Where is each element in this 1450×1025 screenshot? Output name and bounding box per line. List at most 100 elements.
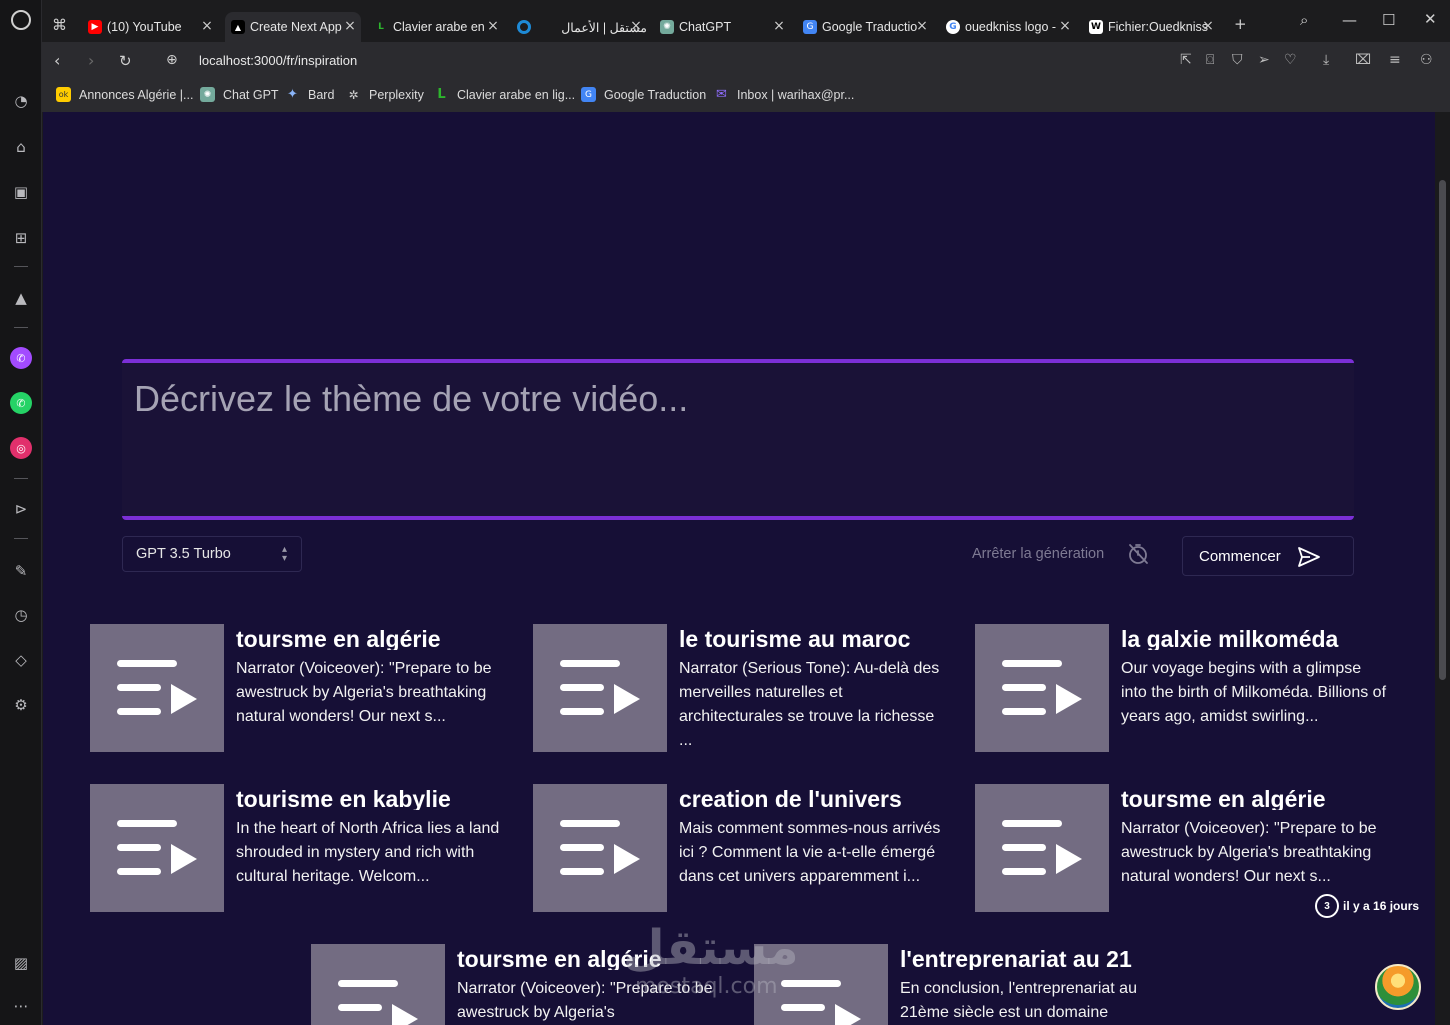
speed-dial-icon[interactable]: ◔ [10,90,32,112]
reload-button[interactable]: ↻ [119,52,132,70]
date-badge: 3 il y a 16 jours [1315,894,1419,918]
battery-saver-icon[interactable]: ⌧ [1355,52,1371,68]
avatar[interactable] [1375,964,1421,1010]
model-select[interactable]: GPT 3.5 Turbo ▴ ▾ [122,536,302,572]
bag-icon[interactable]: ⌂ [10,136,32,158]
close-tab-icon[interactable]: × [486,19,500,33]
timer-icon: 3 [1315,894,1339,918]
tab-fichier-ouedkniss[interactable]: W Fichier:Ouedkniss × [1083,12,1219,42]
model-select-value: GPT 3.5 Turbo [136,546,231,562]
tab-youtube[interactable]: ▶ (10) YouTube × [82,12,218,42]
address-bar[interactable]: localhost:3000/fr/inspiration [199,53,357,68]
bookmark-label: Annonces Algérie |... [79,87,194,102]
instagram-icon[interactable]: ◎ [10,437,32,459]
gallery-icon[interactable]: ▨ [10,952,32,974]
extensions-icon[interactable]: ⊞ [10,227,32,249]
send-icon[interactable]: ➢ [1258,52,1270,68]
settings-icon[interactable]: ⚙ [10,694,32,716]
close-window-button[interactable]: ✕ [1424,10,1437,28]
whatsapp-icon[interactable]: ✆ [10,392,32,414]
video-card[interactable]: toursme en algérie Narrator (Voiceover):… [975,784,1395,912]
close-tab-icon[interactable]: × [343,19,357,33]
close-tab-icon[interactable]: × [1201,19,1215,33]
tab-google-traduction[interactable]: G Google Traductio × [797,12,933,42]
downloads-icon[interactable]: ⤓ [1323,52,1329,68]
start-button[interactable]: Commencer [1182,536,1354,576]
bookmark-perplexity[interactable]: ✲ Perplexity [346,87,423,102]
video-card[interactable]: le tourisme au maroc Narrator (Serious T… [533,624,953,752]
stop-generation-label[interactable]: Arrêter la génération [972,546,1104,562]
more-icon[interactable]: ⋯ [10,995,32,1017]
video-thumbnail [311,944,445,1025]
tab-chatgpt[interactable]: ✺ ChatGPT × [654,12,790,42]
tab-ouedkniss-logo[interactable]: G ouedkniss logo - × [940,12,1076,42]
player-icon[interactable]: ⊳ [10,498,32,520]
youtube-icon: ▶ [88,20,102,34]
tab-workspace-icon[interactable]: ⌘ [52,16,67,34]
bookmark-google-traduction[interactable]: G Google Traduction [581,87,706,102]
profile-icon[interactable]: ⚇ [1420,52,1433,68]
bookmark-annonces-algerie[interactable]: ok Annonces Algérie |... [56,87,193,102]
tab-clavier-arabe[interactable]: L Clavier arabe en × [368,12,504,42]
share-icon[interactable]: ⇱ [1180,52,1192,68]
opera-menu-icon[interactable] [11,10,31,30]
bookmark-chat-gpt[interactable]: ✺ Chat GPT [200,87,279,102]
card-description: En conclusion, l'entreprenariat au 21ème… [900,980,1137,1021]
back-button[interactable]: ‹ [54,51,60,70]
maximize-button[interactable]: ☐ [1382,11,1395,29]
close-tab-icon[interactable]: × [772,19,786,33]
cube-icon[interactable]: ◇ [10,649,32,671]
card-description: In the heart of North Africa lies a land… [236,820,500,885]
search-tabs-icon[interactable]: ⌕ [1300,11,1308,29]
clavier-icon: L [437,87,446,102]
aria-icon[interactable]: ▲ [10,287,32,309]
stop-timer-icon[interactable] [1126,542,1150,566]
close-tab-icon[interactable]: × [1058,19,1072,33]
clavier-icon: L [378,22,384,32]
video-card[interactable]: toursme en algérie Narrator (Voiceover):… [90,624,510,752]
card-description: Narrator (Serious Tone): Au-delà des mer… [679,660,940,749]
scrollbar-thumb[interactable] [1439,180,1446,680]
new-tab-button[interactable]: + [1234,15,1247,33]
bookmark-clavier-arabe[interactable]: L Clavier arabe en lig... [434,87,575,102]
bookmark-bard[interactable]: ✦ Bard [285,87,334,102]
proton-mail-icon: ✉ [716,87,727,102]
tab-create-next-app[interactable]: ▲ Create Next App × [225,12,361,42]
site-info-icon[interactable]: ⊕ [166,52,178,68]
theme-prompt-input[interactable] [134,377,1334,421]
bookmark-label: Clavier arabe en lig... [457,87,576,102]
card-description: Narrator (Voiceover): "Prepare to be awe… [236,660,492,725]
close-tab-icon[interactable]: × [629,19,643,33]
twitch-icon[interactable]: ▣ [10,181,32,203]
video-thumbnail [533,624,667,752]
bookmark-inbox[interactable]: ✉ Inbox | warihax@pr... [714,87,854,102]
card-title: toursme en algérie [236,626,441,650]
bookmark-label: Inbox | warihax@pr... [737,87,855,102]
forward-button[interactable]: › [88,51,94,70]
close-tab-icon[interactable]: × [915,19,929,33]
card-title: tourisme en kabylie [236,786,451,810]
page-scrollbar[interactable] [1435,112,1450,1025]
watermark-url: mostaql.com [635,974,778,999]
video-card[interactable]: creation de l'univers Mais comment somme… [533,784,953,912]
playlist-play-icon [560,660,640,715]
browser-sidebar: ◔ ⌂ ▣ ⊞ ▲ ✆ ✆ ◎ ⊳ ✎ ◷ ◇ ⚙ ▨ ⋯ [0,0,42,1025]
pinboard-icon[interactable]: ✎ [10,560,32,582]
messenger-icon[interactable]: ✆ [10,347,32,369]
browser-window: ◔ ⌂ ▣ ⊞ ▲ ✆ ✆ ◎ ⊳ ✎ ◷ ◇ ⚙ ▨ ⋯ ⌘ ▶ (10) Y… [0,0,1450,1025]
video-card[interactable]: l'entreprenariat au 21 En conclusion, l'… [754,944,1174,1025]
start-button-label: Commencer [1199,548,1281,565]
video-thumbnail [975,784,1109,912]
snapshot-icon[interactable]: ⌼ [1206,52,1214,68]
history-icon[interactable]: ◷ [10,604,32,626]
favorite-icon[interactable]: ♡ [1284,52,1297,68]
card-description: Mais comment sommes-nous arrivés ici ? C… [679,820,941,885]
easy-setup-icon[interactable]: ≡ [1389,52,1401,68]
vpn-shield-icon[interactable]: ⛉ [1232,52,1243,68]
minimize-button[interactable]: — [1342,11,1357,29]
video-card[interactable]: la galxie milkoméda Our voyage begins wi… [975,624,1395,752]
close-tab-icon[interactable]: × [200,19,214,33]
card-title: toursme en algérie [1121,786,1326,810]
video-card[interactable]: tourisme en kabylie In the heart of Nort… [90,784,510,912]
tab-mostaql[interactable]: مستقل | الأعمال × [511,12,647,42]
